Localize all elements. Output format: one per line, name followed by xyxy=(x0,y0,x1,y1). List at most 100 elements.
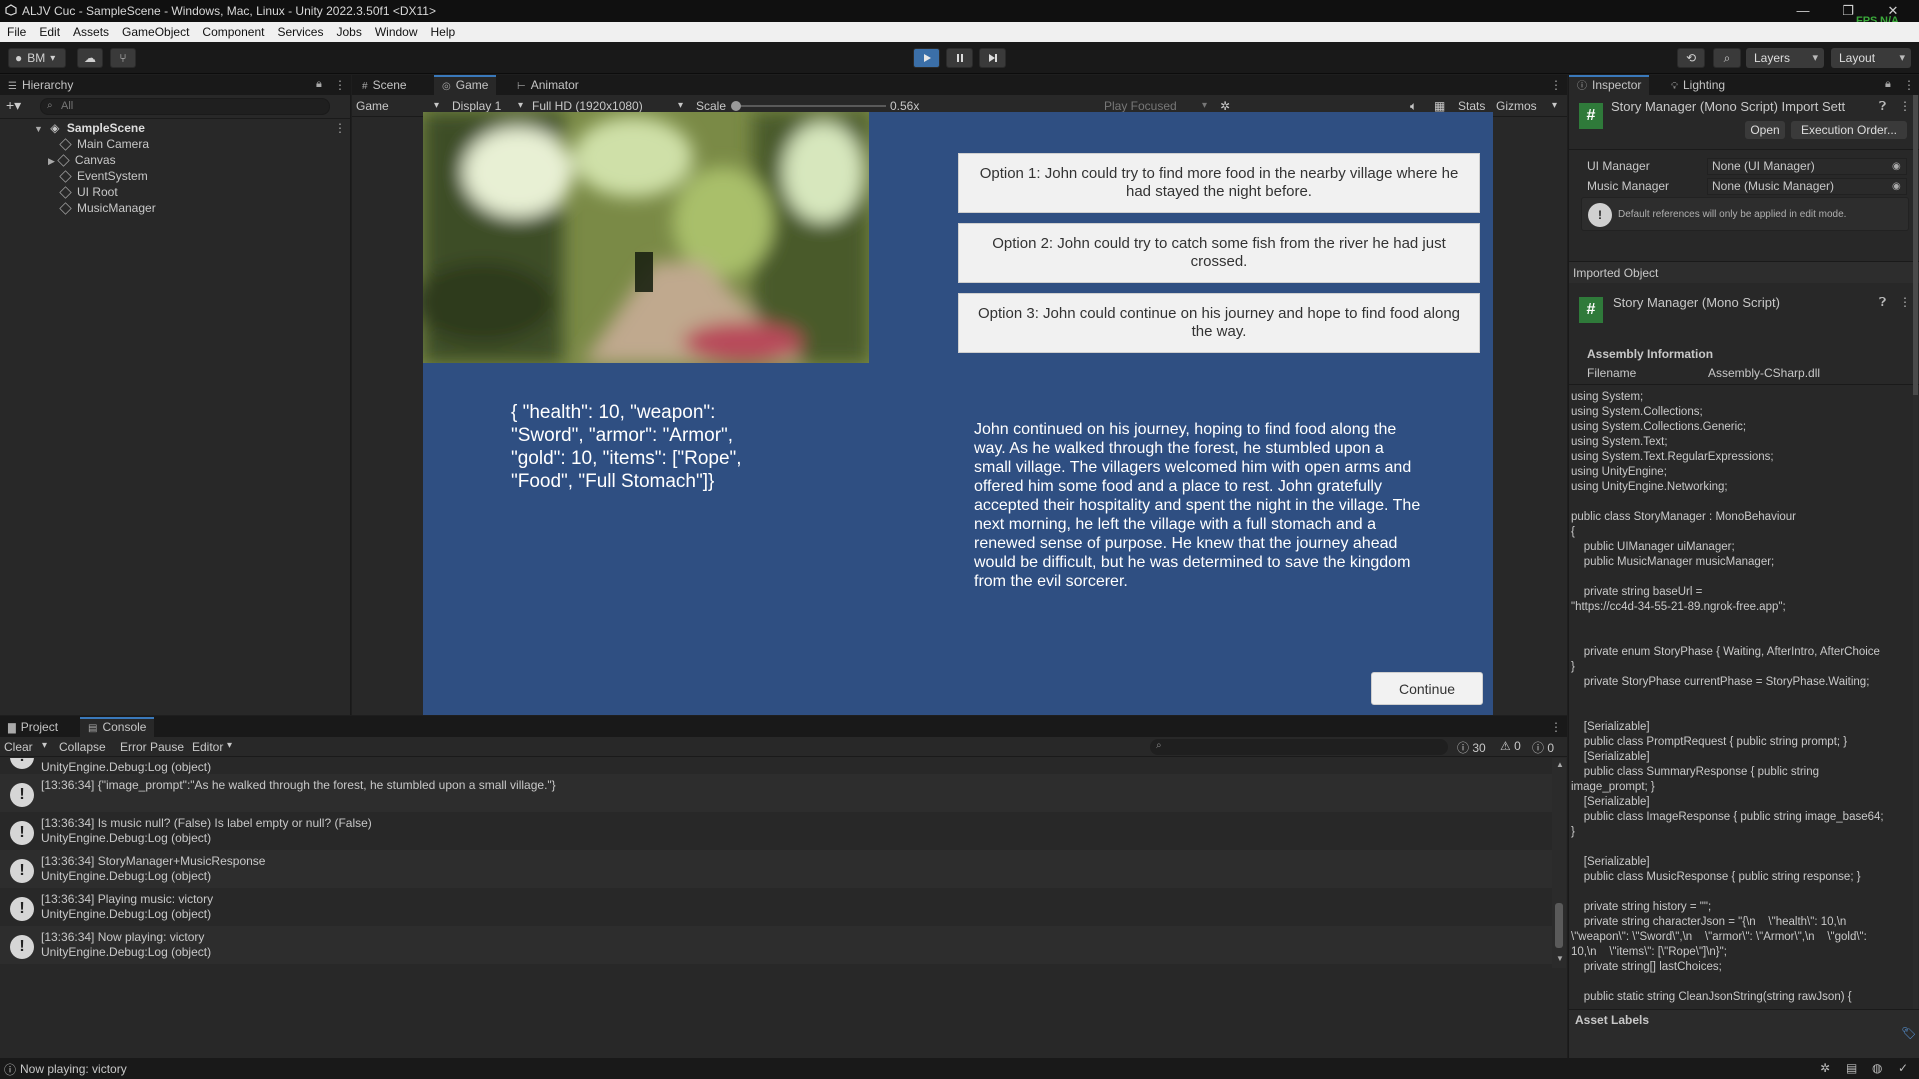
tab-scene[interactable]: # Scene xyxy=(354,75,415,95)
restore-button[interactable]: ❐ xyxy=(1833,2,1863,20)
version-control-icon[interactable]: ⑂ xyxy=(110,48,136,68)
gizmos-dropdown[interactable]: Gizmos ▾ xyxy=(1496,97,1558,115)
editor-dropdown[interactable]: Editor xyxy=(192,740,223,754)
hierarchy-item[interactable]: EventSystem xyxy=(59,168,148,184)
scrollbar-thumb[interactable] xyxy=(1555,903,1563,948)
option-1-button[interactable]: Option 1: John could try to find more fo… xyxy=(958,153,1480,213)
step-button[interactable] xyxy=(979,48,1006,68)
menu-component[interactable]: Component xyxy=(202,22,264,42)
menu-window[interactable]: Window xyxy=(375,22,418,42)
hierarchy-item[interactable]: Main Camera xyxy=(59,136,149,152)
pause-button[interactable] xyxy=(946,48,973,68)
scroll-down-icon[interactable]: ▼ xyxy=(1556,954,1564,963)
tab-console[interactable]: ▤ Console xyxy=(80,717,155,737)
log-count-toggle[interactable]: ⓘ 30 xyxy=(1457,739,1486,756)
debug-mode-icon[interactable]: ✲ xyxy=(1820,1061,1830,1075)
more-options-icon[interactable]: ⋮ xyxy=(1550,720,1562,734)
option-2-button[interactable]: Option 2: John could try to catch some f… xyxy=(958,223,1480,283)
ui-manager-field[interactable]: None (UI Manager) ◉ xyxy=(1707,158,1907,175)
more-options-icon[interactable]: ⋮ xyxy=(1899,295,1911,309)
chevron-down-icon[interactable]: ▾ xyxy=(42,740,47,751)
scene-row[interactable]: ▼ ◈ SampleScene ⋮ xyxy=(34,120,346,136)
tab-inspector[interactable]: ⓘ Inspector xyxy=(1569,75,1650,95)
expand-arrow-icon[interactable]: ▼ xyxy=(34,124,43,134)
scroll-up-icon[interactable]: ▲ xyxy=(1556,760,1564,769)
object-picker-icon[interactable]: ◉ xyxy=(1892,159,1901,174)
scene-menu-icon[interactable]: ⋮ xyxy=(334,120,346,136)
story-text: John continued on his journey, hoping to… xyxy=(974,421,1421,590)
help-icon[interactable]: ❓︎ xyxy=(1879,295,1886,310)
label-tag-icon[interactable]: 🏷︎ xyxy=(1901,1026,1916,1040)
more-options-icon[interactable]: ⋮ xyxy=(334,78,346,92)
tab-hierarchy[interactable]: ☰ Hierarchy xyxy=(0,75,81,95)
account-dropdown[interactable]: ● BM ▾ xyxy=(8,48,66,68)
execution-order-button[interactable]: Execution Order... xyxy=(1791,121,1907,139)
more-options-icon[interactable]: ⋮ xyxy=(1903,78,1915,92)
log-entry[interactable]: ! [13:36:34] StoryManager+MusicResponse U… xyxy=(0,850,1552,888)
menu-help[interactable]: Help xyxy=(431,22,456,42)
log-entry[interactable]: ! UnityEngine.Debug:Log (object) xyxy=(0,758,1552,774)
menu-edit[interactable]: Edit xyxy=(39,22,60,42)
cache-server-icon[interactable]: ▤ xyxy=(1846,1061,1857,1075)
minimize-button[interactable]: — xyxy=(1788,2,1818,20)
history-icon[interactable]: ⟲ xyxy=(1677,48,1705,68)
info-icon: ! xyxy=(10,821,34,845)
help-icon[interactable]: ❓︎ xyxy=(1879,99,1886,114)
hierarchy-item[interactable]: UI Root xyxy=(59,184,118,200)
tab-game[interactable]: ◎ Game xyxy=(434,75,497,95)
hierarchy-item[interactable]: MusicManager xyxy=(59,200,156,216)
main-toolbar: ● BM ▾ ☁ ⑂ ⟲ ⌕ Layers Layout xyxy=(0,42,1919,74)
progress-check-icon[interactable]: ✓ xyxy=(1898,1061,1908,1075)
close-button[interactable]: ✕ xyxy=(1878,2,1908,20)
info-icon: ! xyxy=(10,859,34,883)
layers-dropdown[interactable]: Layers xyxy=(1746,48,1824,68)
status-message[interactable]: Now playing: victory xyxy=(20,1062,127,1076)
layout-dropdown[interactable]: Layout xyxy=(1831,48,1911,68)
hierarchy-item[interactable]: ▶ Canvas xyxy=(48,152,116,168)
option-3-button[interactable]: Option 3: John could continue on his jou… xyxy=(958,293,1480,353)
gameobject-icon xyxy=(59,170,72,184)
add-object-button[interactable]: +▾ xyxy=(6,97,21,114)
object-picker-icon[interactable]: ◉ xyxy=(1892,179,1901,194)
more-options-icon[interactable]: ⋮ xyxy=(1550,78,1562,92)
menu-assets[interactable]: Assets xyxy=(73,22,109,42)
log-entry[interactable]: ! [13:36:34] Playing music: victory Unity… xyxy=(0,888,1552,926)
more-options-icon[interactable]: ⋮ xyxy=(1899,99,1911,113)
play-button[interactable] xyxy=(913,48,940,68)
hierarchy-search[interactable]: ⌕ All xyxy=(40,98,330,115)
tab-lighting[interactable]: 💡︎ Lighting xyxy=(1663,75,1733,95)
tab-animator[interactable]: ⊢ Animator xyxy=(509,75,587,95)
log-entry[interactable]: ! [13:36:34] {"image_prompt":"As he walk… xyxy=(0,774,1552,812)
lock-icon[interactable]: 🔒︎ xyxy=(1885,78,1891,91)
menu-file[interactable]: File xyxy=(7,22,26,42)
open-button[interactable]: Open xyxy=(1745,121,1785,139)
log-entry[interactable]: ! [13:36:34] Now playing: victory UnityEn… xyxy=(0,926,1552,964)
scale-slider[interactable] xyxy=(731,101,886,111)
scrollbar[interactable]: ▲ ▼ xyxy=(1552,758,1566,968)
network-icon[interactable]: ◍ xyxy=(1872,1061,1882,1075)
tab-project[interactable]: ▇ Project xyxy=(0,717,66,737)
warning-count-toggle[interactable]: ⚠ 0 xyxy=(1500,739,1521,753)
scrollbar-thumb[interactable] xyxy=(1913,95,1918,395)
menu-jobs[interactable]: Jobs xyxy=(336,22,361,42)
error-count-toggle[interactable]: ⓘ 0 xyxy=(1532,739,1554,756)
warning-icon: ⚠ xyxy=(1500,739,1511,753)
menu-services[interactable]: Services xyxy=(277,22,323,42)
lock-icon[interactable]: 🔒︎ xyxy=(316,78,322,91)
log-entry[interactable]: ! [13:36:34] Is music null? (False) Is l… xyxy=(0,812,1552,850)
menu-gameobject[interactable]: GameObject xyxy=(122,22,189,42)
forest-path-picture xyxy=(423,112,869,363)
music-manager-field[interactable]: None (Music Manager) ◉ xyxy=(1707,178,1907,195)
error-pause-toggle[interactable]: Error Pause xyxy=(120,740,184,754)
console-search-input[interactable]: ⌕ xyxy=(1150,739,1448,755)
cloud-icon[interactable]: ☁ xyxy=(77,48,103,68)
continue-button[interactable]: Continue xyxy=(1371,672,1483,705)
scale-slider-thumb[interactable] xyxy=(731,101,741,111)
search-icon[interactable]: ⌕ xyxy=(1713,48,1741,68)
inspector-tabstrip: ⓘ Inspector 💡︎ Lighting 🔒︎ ⋮ xyxy=(1569,75,1919,95)
clear-button[interactable]: Clear xyxy=(4,740,33,754)
expand-arrow-icon[interactable]: ▶ xyxy=(48,156,55,166)
collapse-toggle[interactable]: Collapse xyxy=(59,740,106,754)
scrollbar[interactable] xyxy=(1913,95,1918,1075)
ui-manager-label: UI Manager xyxy=(1587,159,1650,173)
